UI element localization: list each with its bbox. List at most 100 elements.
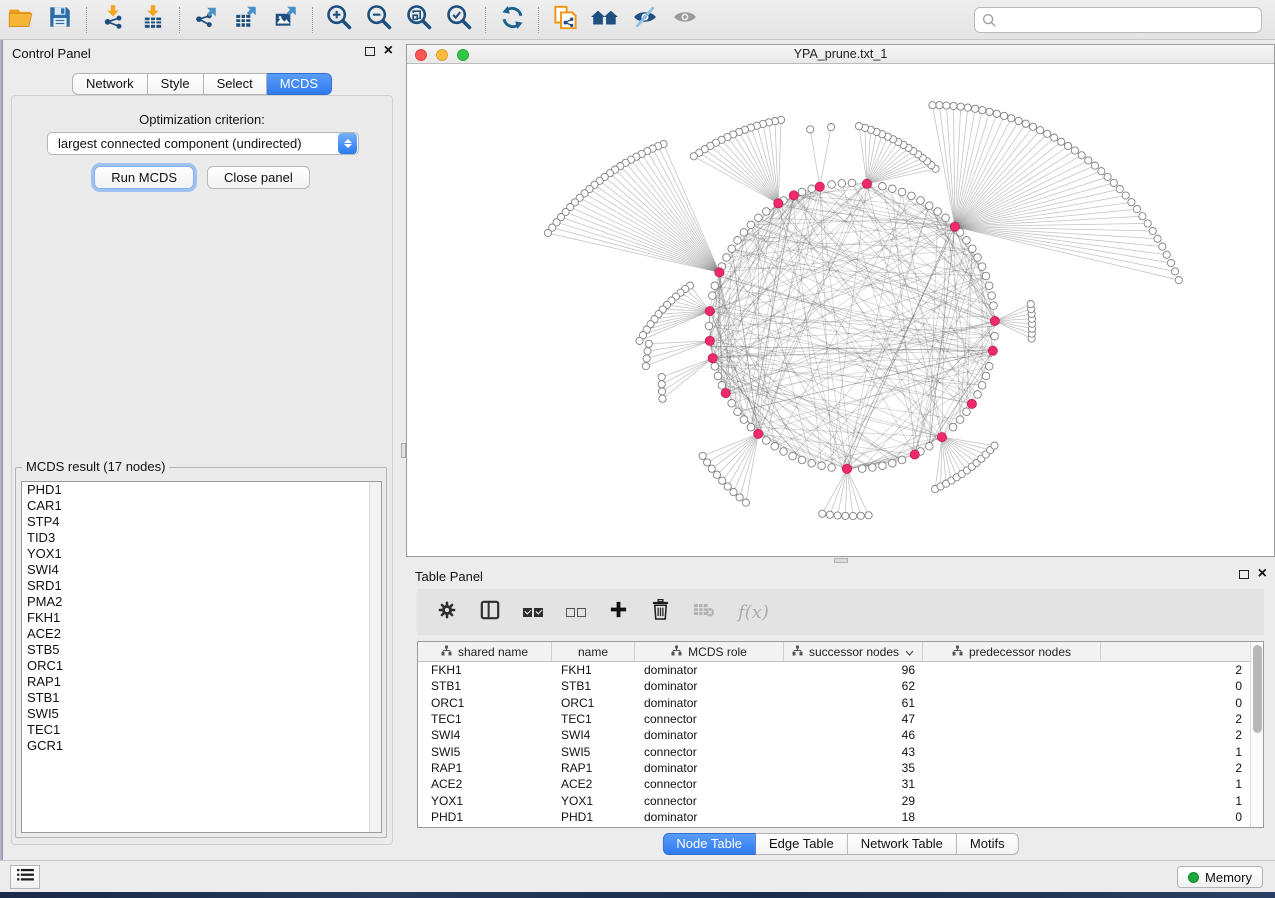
zoom-in-button[interactable] [319,2,359,38]
table-settings-button[interactable] [437,600,457,625]
cell-successor-nodes[interactable]: 47 [784,712,923,726]
cell-successor-nodes[interactable]: 29 [784,794,923,808]
table-tab-edge-table[interactable]: Edge Table [756,833,848,855]
mcds-result-item[interactable]: SWI5 [22,706,381,722]
tab-style[interactable]: Style [148,73,204,95]
mcds-result-item[interactable]: TID3 [22,530,381,546]
cell-shared-name[interactable]: YOX1 [418,794,552,808]
cell-shared-name[interactable]: RAP1 [418,761,552,775]
delete-column-button[interactable] [651,599,670,625]
cell-predecessor-nodes[interactable]: 1 [923,777,1252,791]
cell-successor-nodes[interactable]: 62 [784,679,923,693]
cell-MCDS-role[interactable]: connector [635,745,784,759]
cell-MCDS-role[interactable]: dominator [635,696,784,710]
deselect-all-button[interactable] [566,608,586,617]
delete-table-button[interactable] [693,602,715,623]
network-titlebar[interactable]: YPA_prune.txt_1 [407,45,1274,64]
mcds-result-item[interactable]: STB1 [22,690,381,706]
mcds-result-item[interactable]: PMA2 [22,594,381,610]
cell-successor-nodes[interactable]: 18 [784,810,923,824]
cell-name[interactable]: ORC1 [552,696,635,710]
cell-name[interactable]: TEC1 [552,712,635,726]
hide-selection-button[interactable] [625,2,665,38]
cell-shared-name[interactable]: SWI5 [418,745,552,759]
close-panel-icon[interactable]: × [384,45,393,57]
close-panel-button[interactable]: Close panel [207,166,310,189]
cell-MCDS-role[interactable]: connector [635,777,784,791]
cell-predecessor-nodes[interactable]: 0 [923,679,1252,693]
cell-name[interactable]: PHD1 [552,810,635,824]
network-canvas[interactable] [407,65,1274,556]
column-header-name[interactable]: name [552,642,635,661]
mcds-result-item[interactable]: ACE2 [22,626,381,642]
close-panel-icon[interactable]: × [1258,568,1267,580]
export-image-button[interactable] [266,2,306,38]
table-tab-node-table[interactable]: Node Table [662,833,756,855]
mcds-result-list[interactable]: PHD1CAR1STP4TID3YOX1SWI4SRD1PMA2FKH1ACE2… [21,481,382,833]
cell-name[interactable]: YOX1 [552,794,635,808]
table-row[interactable]: ACE2ACE2connector311 [418,776,1252,792]
cell-MCDS-role[interactable]: dominator [635,761,784,775]
list-scrollbar[interactable] [369,482,381,832]
table-tab-motifs[interactable]: Motifs [957,833,1019,855]
cell-predecessor-nodes[interactable]: 1 [923,794,1252,808]
chevron-down-icon[interactable] [905,645,914,659]
mcds-result-item[interactable]: FKH1 [22,610,381,626]
table-row[interactable]: STB1STB1dominator620 [418,678,1252,694]
cell-name[interactable]: SWI5 [552,745,635,759]
cell-successor-nodes[interactable]: 61 [784,696,923,710]
clone-network-button[interactable] [545,2,585,38]
zoom-fit-button[interactable] [399,2,439,38]
minimize-window-icon[interactable] [436,49,448,61]
run-mcds-button[interactable]: Run MCDS [94,166,194,189]
cell-predecessor-nodes[interactable]: 0 [923,810,1252,824]
cell-successor-nodes[interactable]: 31 [784,777,923,791]
tab-select[interactable]: Select [204,73,267,95]
cell-predecessor-nodes[interactable]: 2 [923,728,1252,742]
cell-MCDS-role[interactable]: dominator [635,728,784,742]
memory-button[interactable]: Memory [1177,866,1263,888]
cell-shared-name[interactable]: FKH1 [418,663,552,677]
cell-shared-name[interactable]: TEC1 [418,712,552,726]
mcds-result-item[interactable]: RAP1 [22,674,381,690]
cell-predecessor-nodes[interactable]: 2 [923,712,1252,726]
tab-mcds[interactable]: MCDS [267,73,332,95]
cell-shared-name[interactable]: ACE2 [418,777,552,791]
cell-name[interactable]: FKH1 [552,663,635,677]
table-scrollbar[interactable] [1250,642,1263,827]
table-row[interactable]: SWI5SWI5connector431 [418,743,1252,759]
cell-name[interactable]: RAP1 [552,761,635,775]
mcds-result-item[interactable]: SWI4 [22,562,381,578]
add-column-button[interactable] [609,600,628,624]
mcds-result-item[interactable]: CAR1 [22,498,381,514]
cell-shared-name[interactable]: ORC1 [418,696,552,710]
cell-successor-nodes[interactable]: 46 [784,728,923,742]
column-header-successor-nodes[interactable]: successor nodes [784,642,923,661]
mcds-result-item[interactable]: STP4 [22,514,381,530]
save-session-button[interactable] [40,2,80,38]
scrollbar-thumb[interactable] [1253,645,1262,733]
column-header-MCDS-role[interactable]: MCDS role [635,642,784,661]
import-table-button[interactable] [133,2,173,38]
table-row[interactable]: YOX1YOX1connector291 [418,792,1252,808]
apply-layout-button[interactable] [585,2,625,38]
criterion-dropdown[interactable]: largest connected component (undirected) [47,132,359,155]
cell-MCDS-role[interactable]: dominator [635,663,784,677]
table-row[interactable]: RAP1RAP1dominator352 [418,760,1252,776]
cell-MCDS-role[interactable]: dominator [635,810,784,824]
mcds-result-item[interactable]: SRD1 [22,578,381,594]
cell-predecessor-nodes[interactable]: 1 [923,745,1252,759]
cell-successor-nodes[interactable]: 35 [784,761,923,775]
table-row[interactable]: TEC1TEC1connector472 [418,711,1252,727]
show-log-button[interactable] [10,865,40,889]
mcds-result-item[interactable]: PHD1 [22,482,381,498]
close-window-icon[interactable] [415,49,427,61]
refresh-view-button[interactable] [492,2,532,38]
tab-network[interactable]: Network [72,73,148,95]
table-row[interactable]: SWI4SWI4dominator462 [418,727,1252,743]
network-graph[interactable] [407,65,1274,556]
cell-name[interactable]: SWI4 [552,728,635,742]
table-row[interactable]: ORC1ORC1dominator610 [418,695,1252,711]
cell-predecessor-nodes[interactable]: 2 [923,663,1252,677]
select-all-button[interactable] [523,608,543,617]
